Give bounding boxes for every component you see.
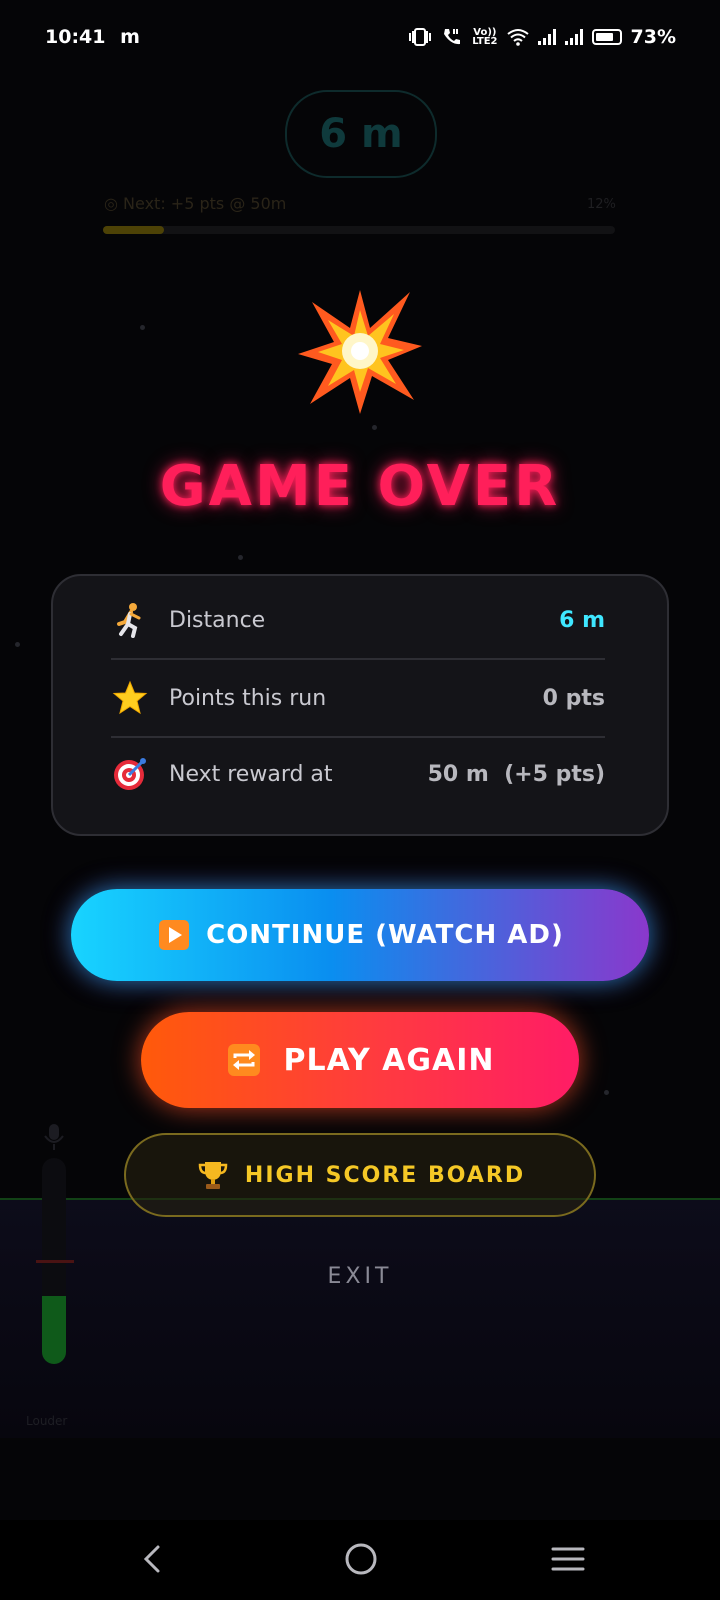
play-icon [156, 917, 192, 953]
target-small-icon: ◎ [104, 194, 124, 213]
continue-watch-ad-button[interactable]: CONTINUE (WATCH AD) [71, 889, 649, 981]
mic-level-meter [36, 1122, 74, 1367]
distance-pill: 6 m [285, 90, 437, 178]
menu-icon [551, 1547, 585, 1571]
signal-icon-sim2 [564, 29, 583, 45]
stat-row-points: Points this run 0 pts [111, 660, 605, 736]
next-goal-text: Next: +5 pts @ 50m [123, 194, 287, 213]
progress-percent: 12% [587, 197, 616, 212]
system-nav-bar [0, 1520, 720, 1600]
status-icons: Vo)) LTE2 73% [408, 26, 676, 48]
back-button[interactable] [122, 1534, 182, 1584]
target-icon [111, 755, 149, 793]
lte-text: LTE2 [472, 36, 498, 47]
next-goal-label: ◎ Next: +5 pts @ 50m [104, 194, 286, 213]
wifi-calling-icon [444, 29, 461, 45]
progress-bar-fill [103, 226, 165, 234]
mic-icon [44, 1124, 64, 1150]
back-icon [143, 1545, 160, 1573]
recents-button[interactable] [538, 1534, 598, 1584]
signal-icon-sim1 [537, 29, 556, 45]
mic-label: Louder [26, 1414, 68, 1428]
status-bar: 10:41 m Vo)) LTE2 73% [0, 0, 720, 76]
time-text: 10:41 [45, 26, 106, 48]
progress-bar [103, 226, 615, 234]
star-dot [140, 325, 145, 330]
star-dot [372, 425, 377, 430]
stat-row-distance: Distance 6 m [111, 582, 605, 658]
wifi-icon [506, 29, 529, 46]
high-score-board-button[interactable]: HIGH SCORE BOARD [124, 1133, 596, 1217]
play-again-button[interactable]: PLAY AGAIN [141, 1012, 579, 1108]
star-dot [238, 555, 243, 560]
volte-indicator: Vo)) LTE2 [472, 28, 498, 47]
exit-button[interactable]: EXIT [0, 1264, 720, 1289]
continue-button-label: CONTINUE (WATCH AD) [206, 920, 564, 950]
stat-value: 6 m [559, 607, 605, 633]
play-again-button-label: PLAY AGAIN [283, 1042, 495, 1078]
battery-percent: 73% [630, 26, 676, 48]
runner-icon [111, 601, 149, 639]
vibrate-icon [409, 28, 432, 46]
high-score-button-label: HIGH SCORE BOARD [244, 1162, 526, 1188]
explosion-icon [298, 290, 422, 414]
stat-value: 0 pts [542, 685, 605, 711]
stat-row-next-reward: Next reward at 50 m (+5 pts) [111, 736, 605, 812]
star-icon [111, 679, 149, 717]
stat-value: 50 m (+5 pts) [427, 761, 605, 787]
home-button[interactable] [331, 1534, 391, 1584]
run-stats-card: Distance 6 m Points this run 0 pts Next … [51, 574, 669, 836]
status-time: 10:41 m [45, 26, 140, 48]
stat-label: Points this run [169, 685, 327, 711]
stat-label: Next reward at [169, 761, 333, 787]
star-dot [15, 642, 20, 647]
repeat-icon [226, 1042, 262, 1078]
mic-level-fill [42, 1296, 66, 1364]
stat-label: Distance [169, 607, 266, 633]
ground [0, 1198, 720, 1438]
star-dot [604, 1090, 609, 1095]
battery-icon [591, 29, 622, 45]
carrier-app-icon: m [120, 26, 140, 48]
game-over-title: GAME OVER [159, 454, 561, 519]
trophy-icon [195, 1157, 231, 1193]
game-screen: 6 m ◎ Next: +5 pts @ 50m 12% Louder 10:4… [0, 0, 720, 1600]
home-icon [345, 1543, 377, 1575]
distance-pill-value: 6 m [319, 111, 403, 157]
mic-threshold-mark [36, 1260, 74, 1263]
